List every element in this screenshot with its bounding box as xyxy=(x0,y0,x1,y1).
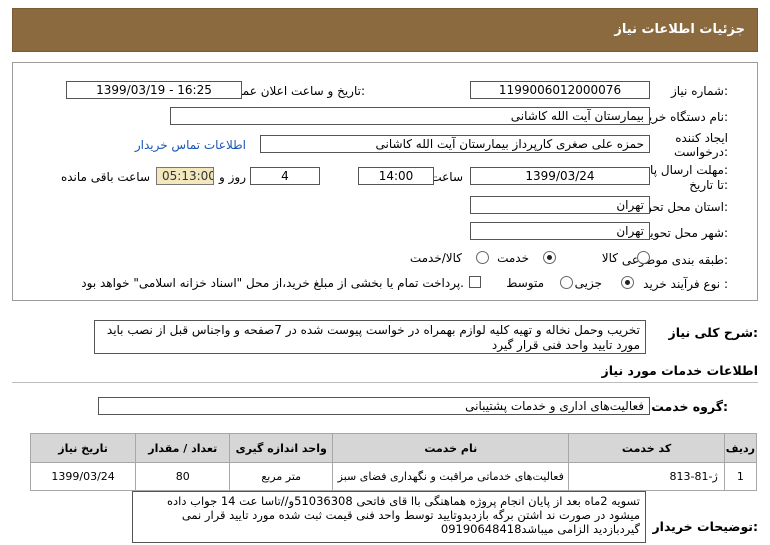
services-table-header: تاریخ نیاز تعداد / مقدار واحد اندازه گیر… xyxy=(29,433,758,463)
buyer-contact-link[interactable]: اطلاعات تماس خریدار xyxy=(135,138,246,152)
city-label: شهر محل تحویل: xyxy=(641,226,728,240)
cell-need-date: 1399/03/24 xyxy=(29,462,137,491)
remaining-label: ساعت باقی مانده xyxy=(60,170,150,184)
cell-service-code: ژ-81-813 xyxy=(568,462,725,491)
col-unit: واحد اندازه گیری xyxy=(229,433,334,463)
cell-qty: 80 xyxy=(135,462,231,491)
category-option-goods: کالا xyxy=(601,251,618,265)
buyer-field: بیمارستان آیت الله کاشانی xyxy=(170,107,650,125)
creator-label-2: درخواست: xyxy=(674,145,728,159)
cell-index: 1 xyxy=(723,462,758,491)
need-number-label: شماره نیاز: xyxy=(670,84,728,98)
services-section-title: اطلاعات خدمات مورد نیاز xyxy=(601,363,759,378)
service-group-field: فعالیت‌های اداری و خدمات پشتیبانی xyxy=(98,397,650,415)
announce-field: 1399/03/19 - 16:25 xyxy=(66,81,242,99)
col-service-code: کد خدمت xyxy=(568,433,725,463)
deadline-date-field: 1399/03/24 xyxy=(470,167,650,185)
buyer-notes-label: توضیحات خریدار: xyxy=(652,519,758,534)
cell-unit: متر مربع xyxy=(229,462,334,491)
category-option-both: کالا/خدمت xyxy=(409,251,462,265)
col-index: ردیف xyxy=(723,433,758,463)
table-row: 1399/03/24 80 متر مربع فعالیت‌های خدماتی… xyxy=(29,462,758,491)
process-label: نوع فرآیند خرید : xyxy=(643,277,728,291)
cell-service-name: فعالیت‌های خدماتی مراقبت و نگهداری فضای … xyxy=(332,462,570,491)
deadline-time-field: 14:00 xyxy=(358,167,434,185)
page-header: جزئیات اطلاعات نیاز xyxy=(12,8,758,52)
page-title: جزئیات اطلاعات نیاز xyxy=(614,22,745,37)
category-radio-both[interactable] xyxy=(476,251,489,264)
col-need-date: تاریخ نیاز xyxy=(29,433,137,463)
days-field: 4 xyxy=(250,167,320,185)
services-table: تاریخ نیاز تعداد / مقدار واحد اندازه گیر… xyxy=(29,433,758,491)
description-field: تخریب وحمل نخاله و تهیه کلیه لوازم بهمرا… xyxy=(94,320,646,354)
process-option-minor: جزیی xyxy=(574,276,602,290)
process-radio-medium[interactable] xyxy=(560,276,573,289)
treasury-payment-checkbox[interactable] xyxy=(469,276,481,288)
creator-field: حمزه علی صغری کارپرداز بیمارستان آیت الل… xyxy=(260,135,650,153)
description-label: شرح کلی نیاز: xyxy=(668,325,759,340)
buyer-notes-field: تسویه 2ماه بعد از پایان انجام پروژه هماه… xyxy=(132,491,646,543)
need-number-field: 1199006012000076 xyxy=(470,81,650,99)
province-field: تهران xyxy=(470,196,650,214)
service-group-label: گروه خدمت: xyxy=(651,399,728,414)
process-option-medium: متوسط xyxy=(506,276,544,290)
deadline-label-2: تا تاریخ: xyxy=(689,178,728,192)
category-radio-service[interactable] xyxy=(543,251,556,264)
days-label: روز و xyxy=(219,170,246,184)
creator-label-1: ایجاد کننده xyxy=(675,131,728,145)
city-field: تهران xyxy=(470,222,650,240)
category-option-service: خدمت xyxy=(497,251,529,265)
treasury-payment-note: پرداخت تمام یا بخشی از مبلغ خرید،از محل … xyxy=(81,276,464,290)
process-radio-minor[interactable] xyxy=(621,276,634,289)
deadline-time-label: ساعت xyxy=(430,170,463,184)
section-divider xyxy=(12,382,758,383)
remaining-time-field: 05:13:00 xyxy=(156,167,214,185)
category-radio-goods[interactable] xyxy=(637,251,650,264)
col-qty: تعداد / مقدار xyxy=(135,433,231,463)
col-service-name: نام خدمت xyxy=(332,433,570,463)
